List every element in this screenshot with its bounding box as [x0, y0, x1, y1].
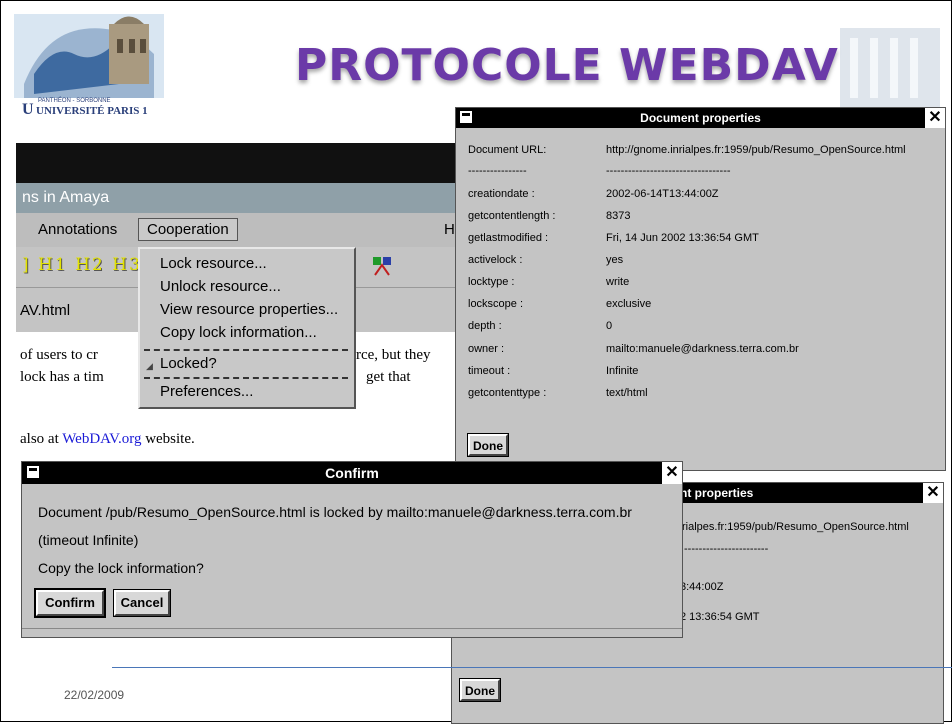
- doc-text-prefix: also at: [20, 431, 63, 447]
- url-text[interactable]: AV.html: [20, 302, 70, 319]
- confirm-button[interactable]: Confirm: [34, 588, 106, 618]
- menu-annotations[interactable]: Annotations: [38, 221, 117, 238]
- prop-key: ----------------: [468, 165, 527, 177]
- prop-key: getcontentlength :: [468, 210, 556, 222]
- prop-value: 3:44:00Z: [680, 581, 724, 593]
- prop-key: locktype :: [468, 276, 515, 288]
- prop-key: owner :: [468, 343, 505, 355]
- logo-text: UNIVERSITÉ PARIS 1: [36, 105, 148, 117]
- cooperation-dropdown-menu: Lock resource... Unlock resource... View…: [138, 247, 356, 409]
- prop-key: depth :: [468, 320, 502, 332]
- prop-value: 0: [606, 320, 613, 332]
- prop-value: 2002-06-14T13:44:00Z: [606, 188, 719, 200]
- doc-text-line: also at WebDAV.org website.: [20, 431, 195, 448]
- menu-item-lock-resource[interactable]: Lock resource...: [160, 255, 267, 272]
- window-title: Document properties: [640, 111, 761, 125]
- menu-separator: [144, 377, 348, 379]
- university-logo: U UNIVERSITÉ PARIS 1 PANTHÉON - SORBONNE: [14, 14, 164, 118]
- prop-key: getcontenttype :: [468, 387, 547, 399]
- slide-date: 22/02/2009: [64, 688, 125, 702]
- prop-key: getlastmodified :: [468, 232, 549, 244]
- prop-value: -----------------------: [684, 543, 769, 555]
- menu-separator: [144, 349, 348, 351]
- doc-text-line: get that: [366, 369, 411, 385]
- menu-item-unlock-resource[interactable]: Unlock resource...: [160, 278, 281, 295]
- prop-value: exclusive: [606, 298, 652, 310]
- doc-text-line: lock has a tim: [20, 369, 104, 385]
- menu-item-view-properties[interactable]: View resource properties...: [160, 301, 338, 318]
- menu-cooperation[interactable]: Cooperation: [138, 218, 238, 241]
- dialog-title: Confirm: [325, 465, 379, 481]
- done-button[interactable]: Done: [467, 433, 509, 457]
- prop-key: lockscope :: [468, 298, 524, 310]
- menu-item-copy-lock-info[interactable]: Copy lock information...: [160, 324, 317, 341]
- prop-value: write: [606, 276, 630, 288]
- prop-value: yes: [606, 254, 624, 266]
- prop-value: http://gnome.inrialpes.fr:1959/pub/Resum…: [606, 144, 906, 156]
- cancel-button[interactable]: Cancel: [113, 589, 171, 617]
- close-icon[interactable]: ✕: [662, 462, 682, 484]
- window-title: nt properties: [680, 486, 754, 500]
- webdav-link[interactable]: WebDAV.org: [62, 431, 141, 447]
- prop-value: mailto:manuele@darkness.terra.com.br: [606, 343, 799, 355]
- amaya-menubar: Annotations Cooperation H: [16, 213, 496, 247]
- network-icon[interactable]: [371, 255, 393, 277]
- prop-value: 2 13:36:54 GMT: [680, 611, 760, 623]
- prop-key: creationdate :: [468, 188, 535, 200]
- prop-value: text/html: [606, 387, 648, 399]
- close-icon[interactable]: ✕: [923, 483, 943, 503]
- footer-divider: [112, 667, 952, 668]
- doc-text-line: of users to cr: [20, 347, 98, 363]
- prop-key: timeout :: [468, 365, 511, 377]
- document-properties-window: Document properties ✕ Document URL: http:…: [455, 107, 946, 471]
- done-button[interactable]: Done: [459, 678, 501, 702]
- prop-value: Infinite: [606, 365, 639, 377]
- confirm-message: Document /pub/Resumo_OpenSource.html is …: [38, 504, 632, 520]
- window-titlebar: Document properties: [456, 108, 945, 128]
- amaya-window-title: ns in Amaya: [16, 183, 496, 213]
- prop-value: Fri, 14 Jun 2002 13:36:54 GMT: [606, 232, 759, 244]
- heading-buttons[interactable]: ] H1 H2 H3: [22, 255, 142, 275]
- decorative-building: [840, 28, 940, 108]
- confirm-timeout: (timeout Infinite): [38, 532, 139, 548]
- close-icon[interactable]: ✕: [925, 108, 945, 128]
- doc-text-line: rce, but they: [356, 347, 431, 363]
- dialog-titlebar: Confirm: [22, 462, 682, 484]
- slide-title: PROTOCOLE WEBDAV: [295, 40, 839, 91]
- prop-key: Document URL:: [468, 144, 547, 156]
- window-menu-icon[interactable]: [459, 110, 473, 124]
- window-menu-icon[interactable]: [26, 465, 40, 479]
- dialog-bottom-bar: [22, 628, 682, 637]
- menu-item-preferences[interactable]: Preferences...: [160, 383, 253, 400]
- logo-subtext: PANTHÉON - SORBONNE: [38, 97, 111, 104]
- confirm-question: Copy the lock information?: [38, 560, 204, 576]
- prop-value: 8373: [606, 210, 631, 222]
- prop-key: activelock :: [468, 254, 523, 266]
- doc-text-suffix: website.: [141, 431, 195, 447]
- prop-value: ----------------------------------: [606, 165, 731, 177]
- svg-text:U: U: [22, 101, 34, 118]
- confirm-dialog: Confirm ✕ Document /pub/Resumo_OpenSourc…: [21, 461, 683, 638]
- prop-value: rialpes.fr:1959/pub/Resumo_OpenSource.ht…: [682, 521, 909, 533]
- menu-help[interactable]: H: [444, 221, 455, 238]
- amaya-top-bar: [16, 143, 496, 183]
- checkbox-indicator-icon: ◢: [146, 361, 153, 371]
- menu-item-locked[interactable]: Locked?: [160, 355, 217, 372]
